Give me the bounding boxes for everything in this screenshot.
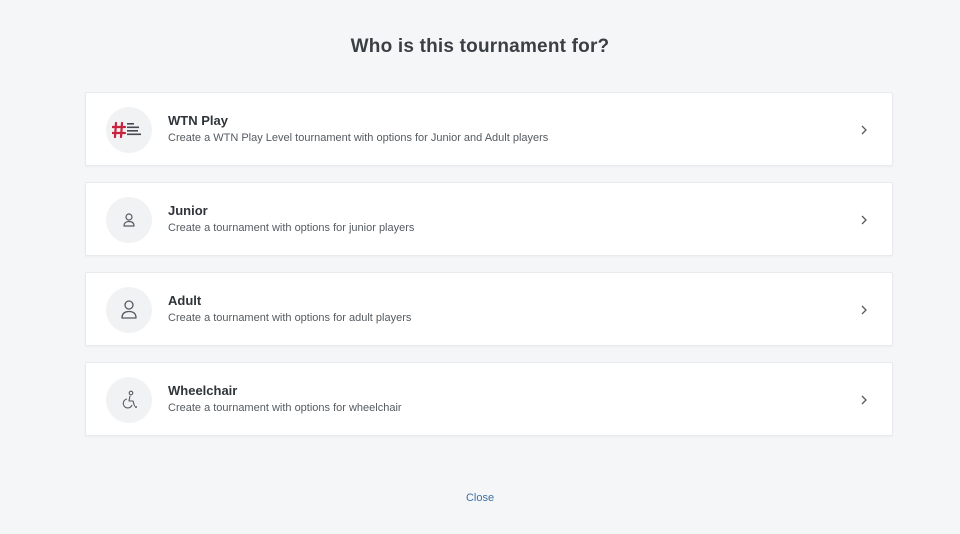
option-title: Wheelchair bbox=[168, 383, 238, 398]
chevron-right-icon bbox=[861, 215, 867, 225]
option-description: Create a tournament with options for jun… bbox=[168, 222, 415, 234]
modal-title: Who is this tournament for? bbox=[350, 36, 610, 57]
option-title: Adult bbox=[168, 293, 202, 308]
option-wtn-play[interactable]: WTN Play Create a WTN Play Level tournam… bbox=[85, 92, 893, 166]
option-description: Create a WTN Play Level tournament with … bbox=[168, 132, 549, 144]
option-title: WTN Play bbox=[168, 113, 228, 128]
wtn-logo-icon bbox=[106, 107, 152, 153]
chevron-right-icon bbox=[861, 395, 867, 405]
chevron-right-icon bbox=[861, 125, 867, 135]
option-list: WTN Play Create a WTN Play Level tournam… bbox=[85, 92, 893, 452]
person-small-icon bbox=[106, 197, 152, 243]
close-link[interactable]: Close bbox=[466, 492, 494, 504]
wheelchair-icon bbox=[106, 377, 152, 423]
person-icon bbox=[106, 287, 152, 333]
option-junior[interactable]: Junior Create a tournament with options … bbox=[85, 182, 893, 256]
option-description: Create a tournament with options for whe… bbox=[168, 402, 402, 414]
option-description: Create a tournament with options for adu… bbox=[168, 312, 412, 324]
option-adult[interactable]: Adult Create a tournament with options f… bbox=[85, 272, 893, 346]
chevron-right-icon bbox=[861, 305, 867, 315]
tournament-type-modal: Who is this tournament for? WTN Play Cre… bbox=[0, 0, 960, 534]
close-link-row: Close bbox=[0, 492, 960, 504]
option-wheelchair[interactable]: Wheelchair Create a tournament with opti… bbox=[85, 362, 893, 436]
option-title: Junior bbox=[168, 203, 208, 218]
